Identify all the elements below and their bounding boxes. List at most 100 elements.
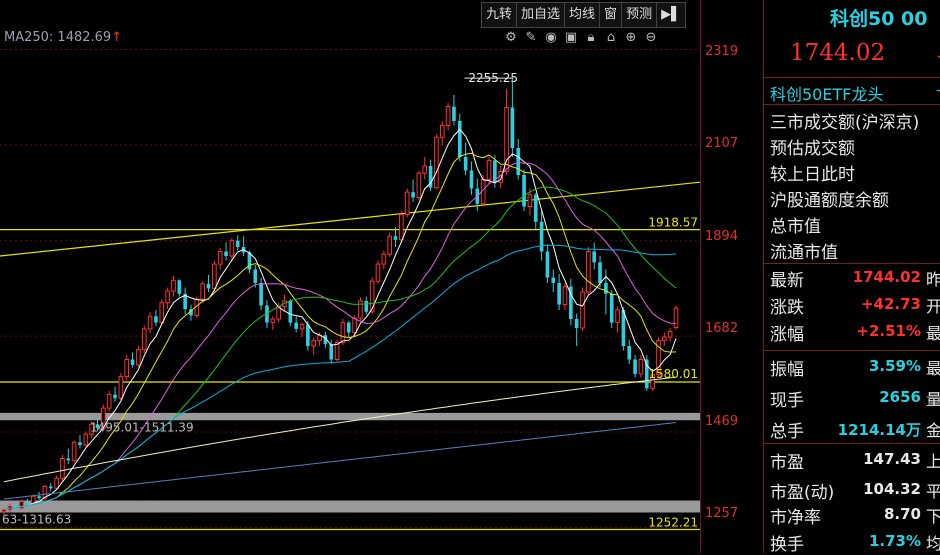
zoom-out-icon[interactable]: ⊖ [643,30,659,46]
candle-body [452,106,456,121]
toolbar-add-favorite[interactable]: 加自选 [517,3,566,27]
ma250-label: MA250: 1482.69↑ [4,30,122,45]
candle-body [147,315,153,330]
stock-title: 科创50 00 [830,8,928,30]
candle-body [224,251,228,256]
band-label: 1495.01-1511.39 [90,421,194,435]
toolbar-jiuzhuan[interactable]: 九转 [482,3,518,27]
candle-body [206,283,211,289]
eye-icon[interactable]: ◉ [543,30,559,46]
candle-body [504,107,509,172]
candle-body [393,236,398,240]
stat-value: 1214.14万 [837,421,921,439]
briefcase-icon[interactable]: ▣ [563,30,579,46]
quote-panel: 科创50 00 1744.02 + 科创50ETF龙头 - 三市成交额(沪深京)… [763,0,940,555]
candle-body [439,125,445,138]
current-price: 1744.02 [790,40,886,66]
candle-body [288,301,293,323]
candle-body [445,106,451,126]
toolbar-moving-average[interactable]: 均线 [565,3,601,27]
candle-body [124,359,130,378]
candle-body [369,280,375,313]
stat-label: 总手 [770,422,804,442]
ma250-value: MA250: 1482.69 [4,30,112,45]
toolbar-window[interactable]: 窗 [600,3,623,27]
ytick: 2107 [705,136,739,151]
candle-body [329,344,334,360]
chart-toolbar: 九转 加自选 均线 窗 预测 ▶▌ [481,2,687,28]
stat-value: 147.43 [863,450,921,468]
stat-value: 2656 [879,388,921,406]
stat-label: 最新 [770,271,804,291]
sector-tail: - [936,83,940,98]
candle-body [259,283,263,306]
ma60-line [3,244,677,511]
candle-body [364,301,369,312]
candle-body [118,376,124,399]
zoom-in-icon[interactable]: ⊕ [623,30,639,46]
candle-body [340,322,346,343]
lock-icon[interactable]: 🔒︎ [583,30,599,46]
gear-icon[interactable]: ⚙ [503,30,519,46]
ytick: 1469 [705,414,739,429]
divider [764,104,940,105]
kline-svg[interactable]: 2255.25 1918.57 1580.01 1252.21 1495.01-1511… [0,0,700,553]
stat-value: +2.51% [856,322,921,340]
candle-body [463,157,468,171]
candle-body [136,349,141,366]
market-info-label: 总市值 [770,217,821,237]
candle-body [48,486,53,489]
toolbar-pin[interactable]: ▶▌ [657,3,685,27]
candle-body [113,394,117,399]
candle-body [60,458,65,479]
kline-chart[interactable]: 2255.25 1918.57 1580.01 1252.21 1495.01-1511… [0,0,700,553]
candle-body [404,191,410,216]
stat-right-label: 平 [926,482,940,501]
candle-body [229,240,235,257]
stat-value: 8.70 [883,505,921,523]
candle-body [25,501,30,504]
stat-right-label: 金 [926,421,940,440]
stat-label: 市净率 [770,508,821,528]
candle-body [54,477,59,489]
sector-link[interactable]: 科创50ETF龙头 [770,81,883,105]
stat-label: 涨跌 [770,298,804,318]
candle-body [662,336,667,342]
trend-line [0,181,700,257]
market-info-label: 预估成交额 [770,139,855,159]
level-label: 1252.21 [648,516,698,530]
divider [764,443,940,444]
high-price-label: 2255.25 [468,71,518,85]
candle-body [551,277,556,283]
candle-body [411,192,415,198]
candle-body [71,441,77,461]
stat-right-label: 最 [926,324,940,343]
level-label: 1580.01 [648,367,698,381]
stat-label: 市盈(动) [770,483,835,503]
stat-right-label: 开 [926,297,940,316]
candle-body [200,283,205,300]
candle-body [375,263,381,282]
candle-body [130,359,135,365]
lock-open-icon[interactable]: ⌂ [603,30,619,46]
candle-body [346,322,351,333]
pen-icon[interactable]: ✎ [523,30,539,46]
candle-body [533,194,538,222]
price-change-tail: + [936,44,940,68]
stat-value: 1744.02 [852,268,921,286]
toolbar-forecast[interactable]: 预测 [622,3,658,27]
candle-body [527,194,533,208]
candle-body [83,433,89,446]
candle-body [562,286,568,306]
stat-label: 市盈 [770,453,804,473]
candle-body [253,269,258,283]
candle-body [510,107,515,148]
candle-body [37,496,41,499]
candle-body [358,300,363,319]
candle-body [212,263,217,289]
stat-label: 涨幅 [770,325,804,345]
candle-body [217,251,223,265]
ytick: 1682 [705,321,739,336]
candle-body [486,160,492,181]
candle-body [516,148,521,175]
